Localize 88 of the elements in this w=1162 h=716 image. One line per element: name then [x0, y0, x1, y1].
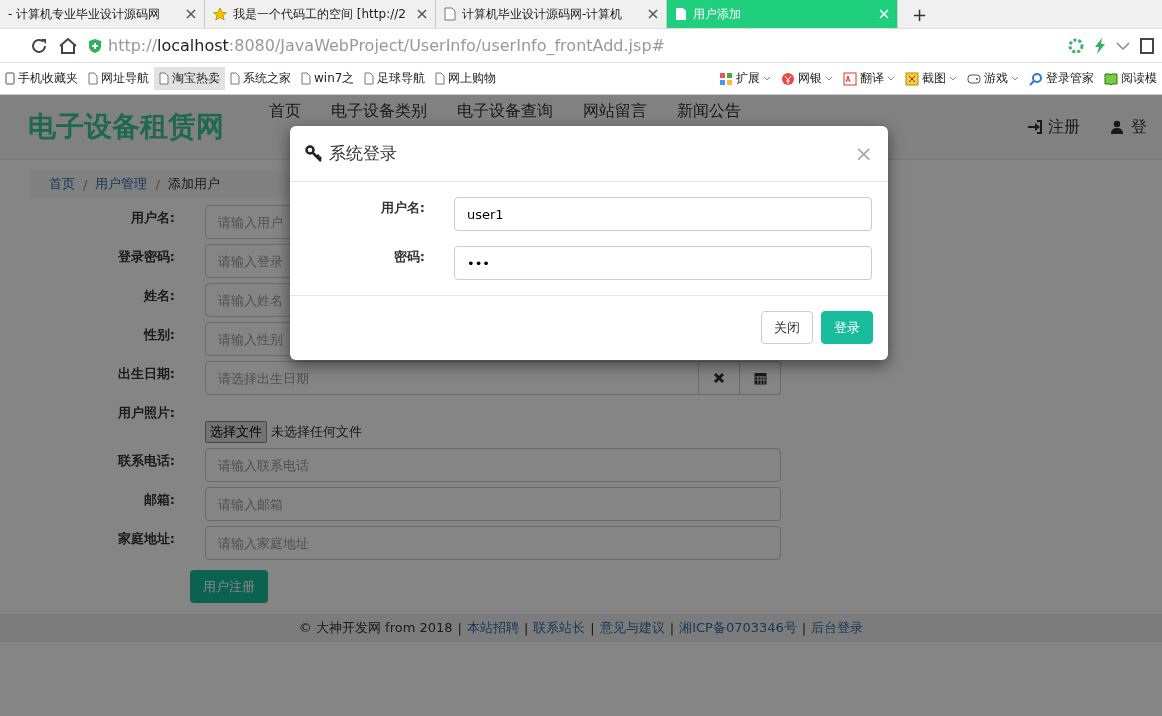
field-label: 联系电话:: [116, 452, 175, 470]
shield-icon: [88, 37, 102, 54]
tab-title: 用户添加: [693, 5, 742, 23]
field-label: 登录密码:: [116, 248, 175, 266]
reload-icon[interactable]: [30, 36, 48, 55]
toolbar-item[interactable]: 游戏: [962, 70, 1024, 87]
page-icon: [435, 72, 446, 85]
toolbar-item[interactable]: 登录管家: [1024, 70, 1099, 87]
page-icon: [364, 72, 375, 85]
file-status: 未选择任何文件: [271, 423, 362, 441]
breadcrumb-current: 添加用户: [167, 175, 220, 193]
page-icon: [675, 7, 687, 21]
nav-link[interactable]: 新闻公告: [662, 95, 756, 122]
field-label: 家庭地址:: [116, 530, 175, 548]
bookmark[interactable]: 网址导航: [83, 67, 154, 90]
footer-separator: |: [801, 620, 807, 636]
toolbar-item[interactable]: 网银: [776, 70, 838, 87]
field-label: 用户名:: [379, 199, 425, 217]
calendar-icon: [753, 371, 767, 385]
close-icon[interactable]: [186, 9, 196, 19]
calendar-button[interactable]: [740, 361, 781, 395]
browser-tab[interactable]: 我是一个代码工的空间 [http://2: [205, 0, 436, 28]
footer-separator: |: [523, 620, 529, 636]
page-icon: [230, 72, 240, 85]
lightning-icon[interactable]: [1094, 37, 1106, 54]
yen-icon: [781, 71, 795, 86]
page-icon: [301, 72, 311, 85]
toolbar-item[interactable]: 截图: [900, 70, 962, 87]
field-label: 用户照片:: [116, 404, 175, 422]
field-label: 姓名:: [142, 287, 175, 305]
clear-icon: [713, 372, 725, 384]
field-label: 邮箱:: [142, 491, 175, 509]
nav-link[interactable]: 网站留言: [568, 95, 662, 122]
key-icon: [305, 144, 323, 163]
footer-separator: |: [669, 620, 675, 636]
nav-link[interactable]: 首页: [254, 95, 316, 122]
gamepad-icon: [967, 71, 981, 86]
tab-title: 计算机毕业设计源码网-计算机: [462, 5, 624, 23]
bookmark[interactable]: 淘宝热卖: [154, 67, 225, 90]
home-icon[interactable]: [58, 36, 78, 55]
close-icon[interactable]: [417, 9, 427, 19]
window-icon[interactable]: [1140, 37, 1154, 54]
bookmark[interactable]: 系统之家: [225, 67, 296, 90]
field-label: 用户名:: [129, 209, 175, 227]
input-field[interactable]: •••: [454, 246, 872, 280]
new-tab-button[interactable]: +: [898, 0, 942, 28]
tab-title: 我是一个代码工的空间 [http://2: [233, 5, 407, 23]
grid-icon: [719, 71, 733, 86]
phone-icon: [5, 72, 15, 85]
breadcrumb-separator: /: [83, 176, 88, 192]
field-label: 出生日期:: [116, 365, 175, 383]
bookmark[interactable]: 手机收藏夹: [0, 67, 83, 90]
sign-in-icon: [1027, 120, 1042, 134]
address-field[interactable]: http://localhost:8080/JavaWebProject/UserInfo/userInfo_frontAdd.jsp#: [88, 32, 1058, 59]
page-icon: [444, 7, 456, 21]
close-dialog-button[interactable]: 关闭: [761, 311, 813, 344]
user-icon: [1110, 120, 1125, 134]
toolbar-item[interactable]: 阅读模: [1099, 70, 1162, 87]
input-field[interactable]: user1: [454, 197, 872, 231]
search-icon: [1029, 71, 1043, 86]
tab-title: - 计算机专业毕业设计源码网: [8, 5, 162, 23]
dialog-title: 系统登录: [329, 142, 398, 165]
browser-tab[interactable]: - 计算机专业毕业设计源码网: [0, 0, 205, 28]
bookmark[interactable]: win7之: [296, 67, 360, 90]
clear-button[interactable]: [699, 361, 740, 395]
page-icon: [159, 72, 169, 85]
scissors-icon: [905, 71, 919, 86]
footer-separator: |: [590, 620, 595, 636]
page-icon: [88, 72, 98, 85]
close-icon[interactable]: [648, 9, 658, 19]
nav-link[interactable]: 电子设备查询: [442, 95, 568, 122]
toolbar-item[interactable]: 翻译: [838, 70, 900, 87]
bookmark[interactable]: 网上购物: [430, 67, 502, 90]
chevron-down-icon[interactable]: [1116, 40, 1130, 51]
field-label: 性别:: [142, 326, 175, 344]
footer-separator: |: [457, 620, 462, 636]
breadcrumb-separator: /: [155, 176, 160, 192]
url-text: http://localhost:8080/JavaWebProject/UserInfo/userInfo_frontAdd.jsp#: [108, 36, 665, 55]
bookmark[interactable]: 足球导航: [359, 67, 431, 90]
field-label: 密码:: [392, 248, 425, 266]
nav-link[interactable]: 登: [1095, 116, 1162, 138]
nav-link[interactable]: 注册: [1012, 116, 1095, 138]
star-icon: [213, 7, 227, 21]
toolbar-item[interactable]: 扩展: [714, 70, 776, 87]
nav-link[interactable]: 电子设备类别: [316, 95, 442, 122]
translate-icon: [843, 71, 857, 86]
copyright-text: © 大神开发网 from 2018: [298, 619, 453, 637]
file-button[interactable]: 选择文件: [205, 421, 267, 443]
